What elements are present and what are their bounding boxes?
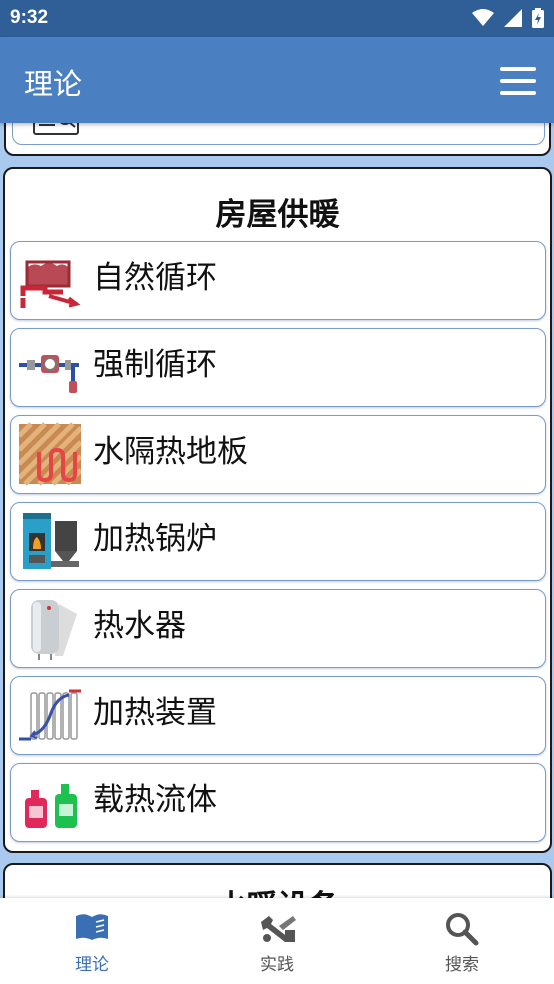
boiler-icon: [23, 513, 79, 569]
nav-label: 实践: [260, 955, 294, 975]
item-label: 载热流体: [93, 782, 217, 818]
section-card-heating: 房屋供暖 自然循环 强制循环 水隔热地板 加热锅炉 热水器 加热装置 载热流体: [3, 167, 552, 853]
nav-label: 搜索: [445, 955, 479, 975]
signal-icon: [504, 9, 522, 27]
item-label: 加热装置: [93, 695, 217, 731]
list-item-radiator[interactable]: 加热装置: [10, 676, 546, 755]
book-icon: [76, 914, 108, 940]
forced-circulation-icon: [19, 355, 79, 393]
document-search-icon: [33, 123, 79, 135]
list-item-heat-fluid[interactable]: 载热流体: [10, 763, 546, 842]
battery-icon: [532, 8, 544, 28]
nav-practice[interactable]: 实践: [207, 898, 347, 984]
menu-icon: [500, 67, 536, 71]
app-bar: 理论: [0, 37, 554, 123]
list-item-boiler[interactable]: 加热锅炉: [10, 502, 546, 581]
status-bar: 9:32: [0, 0, 554, 37]
list-item-forced-circulation[interactable]: 强制循环: [10, 328, 546, 407]
content-list[interactable]: 房屋供暖 自然循环 强制循环 水隔热地板 加热锅炉 热水器 加热装置 载热流体: [0, 123, 554, 898]
menu-button[interactable]: [500, 67, 536, 95]
bottom-navigation: 理论 实践 搜索: [0, 898, 554, 984]
item-label: 热水器: [93, 608, 186, 644]
item-label: 水隔热地板: [93, 434, 248, 470]
item-label: 自然循环: [93, 260, 217, 296]
heat-fluid-icon: [25, 784, 77, 828]
section-title: 房屋供暖: [215, 197, 340, 233]
nav-label: 理论: [75, 955, 109, 975]
item-label: 强制循环: [93, 347, 217, 383]
section-card-plumbing: 水暖设备: [3, 863, 552, 898]
water-heater-icon: [31, 600, 77, 660]
list-item-natural-circulation[interactable]: 自然循环: [10, 241, 546, 320]
page-title: 理论: [24, 67, 83, 101]
list-item[interactable]: [12, 123, 545, 145]
section-title: 水暖设备: [5, 881, 550, 898]
radiator-icon: [19, 689, 81, 741]
status-time: 9:32: [10, 7, 49, 28]
nav-theory[interactable]: 理论: [22, 898, 162, 984]
tools-icon: [261, 916, 296, 942]
search-icon: [446, 913, 479, 946]
list-item-heated-floor[interactable]: 水隔热地板: [10, 415, 546, 494]
natural-circulation-icon: [20, 260, 81, 308]
wifi-icon: [472, 9, 494, 26]
list-item-water-heater[interactable]: 热水器: [10, 589, 546, 668]
nav-search[interactable]: 搜索: [392, 898, 532, 984]
previous-section-card: [4, 123, 551, 156]
item-label: 加热锅炉: [93, 521, 217, 557]
heated-floor-icon: [19, 422, 81, 486]
status-icons: [472, 8, 544, 28]
